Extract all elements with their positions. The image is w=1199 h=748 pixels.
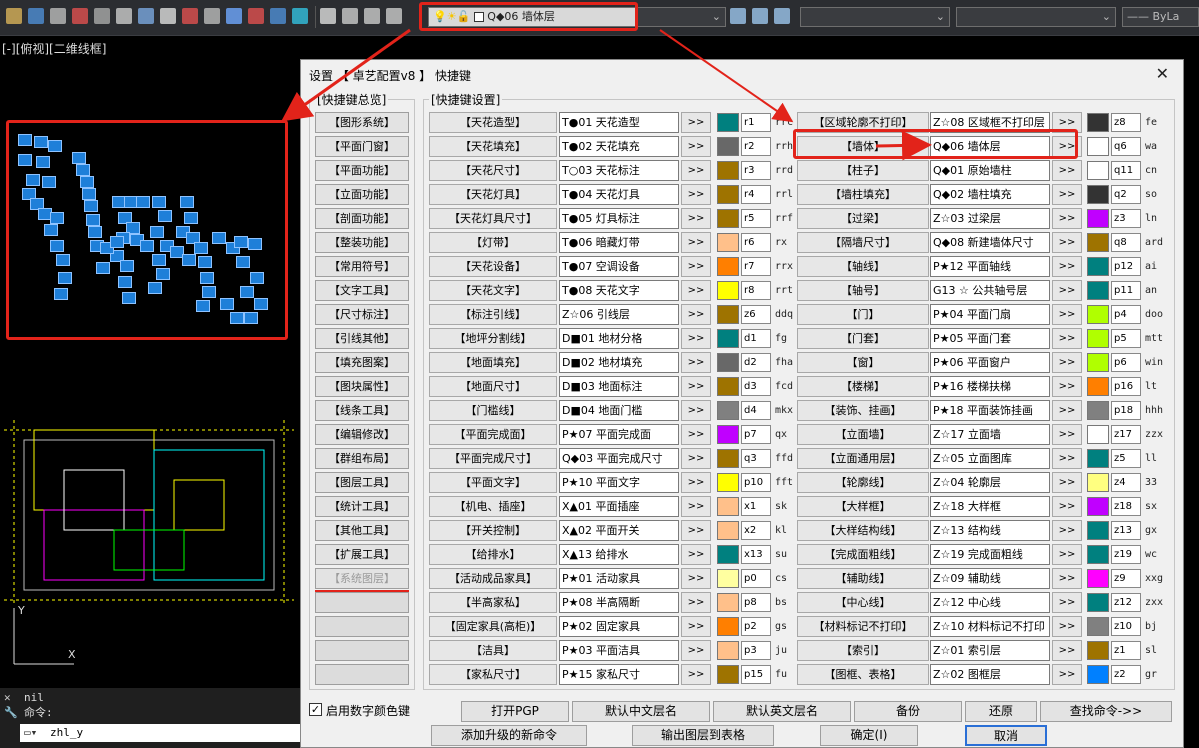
annotation-arrows [281, 28, 932, 161]
